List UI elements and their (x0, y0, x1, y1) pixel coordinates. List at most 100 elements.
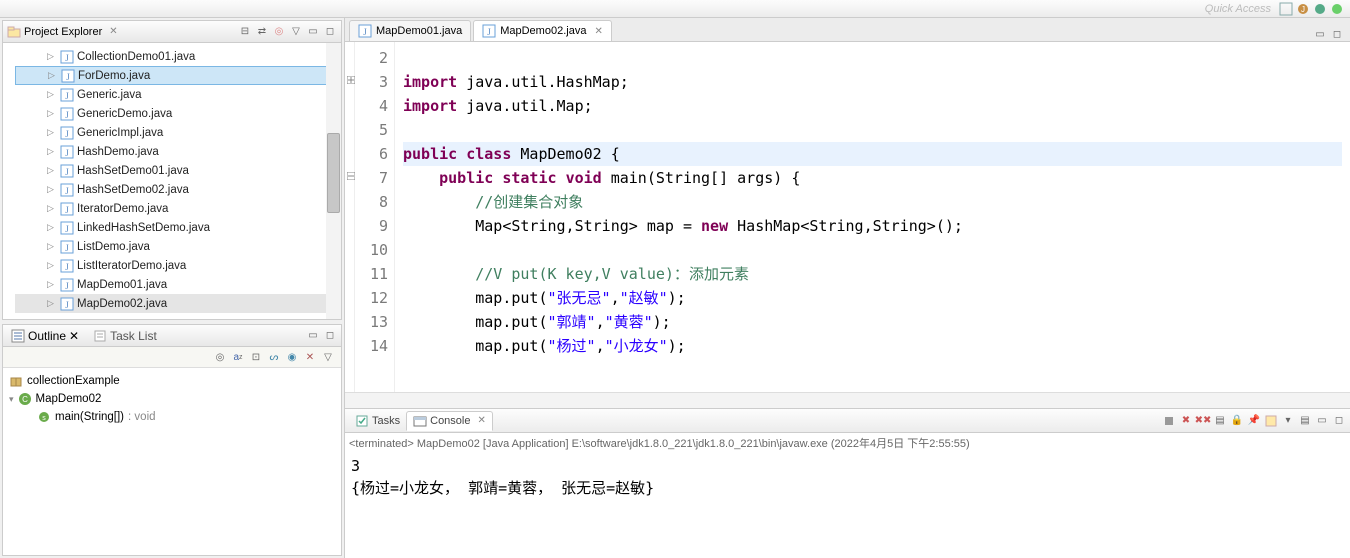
project-tree[interactable]: ▷JCollectionDemo01.java▷JForDemo.java ▷JG… (3, 43, 341, 319)
tree-file[interactable]: ▷JMapDemo02.java (15, 294, 339, 313)
expand-arrow-icon[interactable]: ▷ (47, 241, 57, 252)
maximize-icon[interactable]: ◻ (323, 329, 337, 343)
tree-file[interactable]: ▷JForDemo.java (15, 66, 339, 85)
quick-access[interactable]: Quick Access (1205, 3, 1271, 15)
editor-tab[interactable]: JMapDemo01.java (349, 20, 471, 41)
close-icon[interactable]: ✕ (69, 329, 79, 343)
minimize-icon[interactable]: ▭ (306, 25, 320, 39)
view-menu-icon[interactable]: ▽ (289, 25, 303, 39)
expand-arrow-icon[interactable]: ▷ (48, 70, 58, 81)
expand-arrow-icon[interactable]: ▷ (47, 298, 57, 309)
svg-text:J: J (65, 300, 69, 310)
close-icon[interactable]: ✕ (477, 415, 485, 426)
outline-view: Outline ✕ Task List ▭ ◻ ◎ az ⊡ ᔕ ◉ ✕ (2, 324, 342, 556)
outline-class[interactable]: ▾ C MapDemo02 (9, 390, 335, 408)
sort-icon[interactable]: az (231, 350, 245, 364)
hide-nonpublic-icon[interactable]: ◉ (285, 350, 299, 364)
tree-file[interactable]: ▷JListIteratorDemo.java (15, 256, 339, 275)
javaee-perspective-icon[interactable] (1313, 2, 1327, 16)
project-explorer-title: Project Explorer (24, 26, 102, 38)
new-console-icon[interactable]: ▤ (1298, 414, 1312, 428)
terminate-icon[interactable] (1162, 414, 1176, 428)
scroll-lock-icon[interactable]: 🔒 (1230, 414, 1244, 428)
expand-arrow-icon[interactable]: ▷ (47, 279, 57, 290)
expand-arrow-icon[interactable]: ▷ (47, 127, 57, 138)
collapse-all-icon[interactable]: ⊟ (238, 25, 252, 39)
java-file-icon: J (482, 24, 496, 38)
file-label: MapDemo01.java (77, 279, 167, 291)
close-icon[interactable]: ✕ (109, 26, 117, 37)
editor-tab[interactable]: JMapDemo02.java✕ (473, 20, 612, 41)
display-selected-icon[interactable] (1264, 414, 1278, 428)
svg-text:s: s (42, 415, 46, 422)
tree-file[interactable]: ▷JGenericDemo.java (15, 104, 339, 123)
minimize-icon[interactable]: ▭ (306, 329, 320, 343)
pin-console-icon[interactable]: 📌 (1247, 414, 1261, 428)
remove-launch-icon[interactable]: ✖ (1179, 414, 1193, 428)
svg-text:J: J (65, 148, 69, 158)
hide-local-icon[interactable]: ✕ (303, 350, 317, 364)
file-label: HashSetDemo01.java (77, 165, 189, 177)
tree-file[interactable]: ▷JListDemo.java (15, 237, 339, 256)
expand-arrow-icon[interactable]: ▷ (47, 203, 57, 214)
minimize-icon[interactable]: ▭ (1313, 27, 1327, 41)
folding-ruler[interactable] (345, 42, 355, 392)
file-label: LinkedHashSetDemo.java (77, 222, 210, 234)
view-menu-icon[interactable]: ▽ (321, 350, 335, 364)
expand-arrow-icon[interactable]: ▷ (47, 89, 57, 100)
scrollbar-vertical[interactable] (326, 43, 341, 319)
expand-arrow-icon[interactable]: ▷ (47, 260, 57, 271)
java-file-icon: J (60, 107, 74, 121)
debug-perspective-icon[interactable] (1330, 2, 1344, 16)
open-console-icon[interactable]: ▾ (1281, 414, 1295, 428)
expand-arrow-icon[interactable]: ▷ (47, 184, 57, 195)
scrollbar-horizontal[interactable] (345, 392, 1350, 408)
code-area[interactable]: import java.util.HashMap;import java.uti… (395, 42, 1350, 392)
file-label: HashSetDemo02.java (77, 184, 189, 196)
tree-file[interactable]: ▷JHashDemo.java (15, 142, 339, 161)
console-output[interactable]: 3{杨过=小龙女， 郭靖=黄蓉， 张无忌=赵敏} (345, 453, 1350, 501)
focus-icon[interactable]: ◎ (213, 350, 227, 364)
maximize-icon[interactable]: ◻ (323, 25, 337, 39)
remove-all-icon[interactable]: ✖✖ (1196, 414, 1210, 428)
expand-arrow-icon[interactable]: ▷ (47, 108, 57, 119)
hide-static-icon[interactable]: ᔕ (267, 350, 281, 364)
svg-text:J: J (65, 91, 69, 101)
maximize-icon[interactable]: ◻ (1332, 414, 1346, 428)
tree-file[interactable]: ▷JHashSetDemo02.java (15, 180, 339, 199)
expand-arrow-icon[interactable]: ▷ (47, 51, 57, 62)
tree-file[interactable]: ▷JMapDemo01.java (15, 275, 339, 294)
outline-package[interactable]: collectionExample (9, 372, 335, 390)
maximize-icon[interactable]: ◻ (1330, 27, 1344, 41)
svg-text:J: J (65, 129, 69, 139)
expand-arrow-icon[interactable]: ▷ (47, 165, 57, 176)
tree-file[interactable]: ▷JGenericImpl.java (15, 123, 339, 142)
tree-file[interactable]: ▷JCollectionDemo01.java (15, 47, 339, 66)
open-perspective-icon[interactable] (1279, 2, 1293, 16)
java-file-icon: J (60, 278, 74, 292)
minimize-icon[interactable]: ▭ (1315, 414, 1329, 428)
clear-console-icon[interactable]: ▤ (1213, 414, 1227, 428)
tasks-tab[interactable]: Tasks (349, 412, 406, 430)
tree-file[interactable]: ▷JLinkedHashSetDemo.java (15, 218, 339, 237)
svg-text:C: C (22, 395, 28, 404)
expand-arrow-icon[interactable]: ▷ (47, 222, 57, 233)
java-file-icon: J (60, 297, 74, 311)
tree-file[interactable]: ▷JGeneric.java (15, 85, 339, 104)
console-tab[interactable]: Console ✕ (406, 411, 493, 431)
tree-file[interactable]: ▷JHashSetDemo01.java (15, 161, 339, 180)
line-number-gutter[interactable]: 234567891011121314 (355, 42, 395, 392)
method-label: main(String[]) (55, 411, 124, 423)
hide-fields-icon[interactable]: ⊡ (249, 350, 263, 364)
focus-task-icon[interactable]: ◎ (272, 25, 286, 39)
outline-tab[interactable]: Outline ✕ (7, 328, 83, 344)
close-icon[interactable]: ✕ (594, 26, 602, 37)
file-label: ListIteratorDemo.java (77, 260, 186, 272)
tree-file[interactable]: ▷JIteratorDemo.java (15, 199, 339, 218)
link-with-editor-icon[interactable]: ⇄ (255, 25, 269, 39)
outline-method[interactable]: s main(String[]) : void (9, 408, 335, 426)
task-list-tab[interactable]: Task List (89, 328, 161, 344)
expand-arrow-icon[interactable]: ▷ (47, 146, 57, 157)
java-perspective-icon[interactable]: J (1296, 2, 1310, 16)
editor-body[interactable]: 234567891011121314 import java.util.Hash… (345, 42, 1350, 392)
